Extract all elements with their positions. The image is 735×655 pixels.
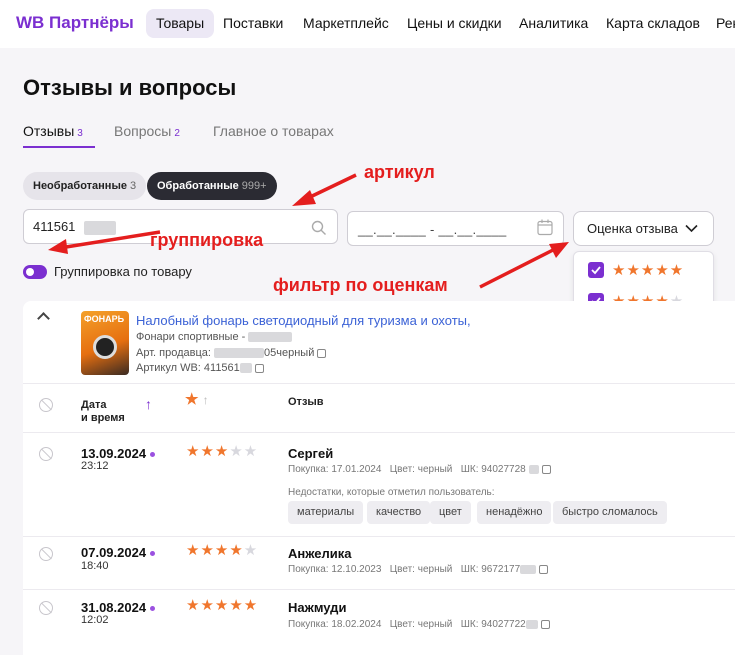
arrow-grouping-head	[48, 239, 68, 254]
annotation-rating-filter: фильтр по оценкам	[273, 275, 448, 295]
annotation-arrows	[48, 173, 569, 289]
arrow-rating-head	[549, 242, 569, 258]
arrow-rating	[479, 248, 554, 289]
arrow-grouping	[65, 230, 161, 249]
arrow-article-head	[292, 190, 316, 206]
annotation-article: артикул	[364, 162, 435, 182]
arrow-article	[307, 173, 357, 200]
annotation-grouping: группировка	[150, 230, 264, 250]
